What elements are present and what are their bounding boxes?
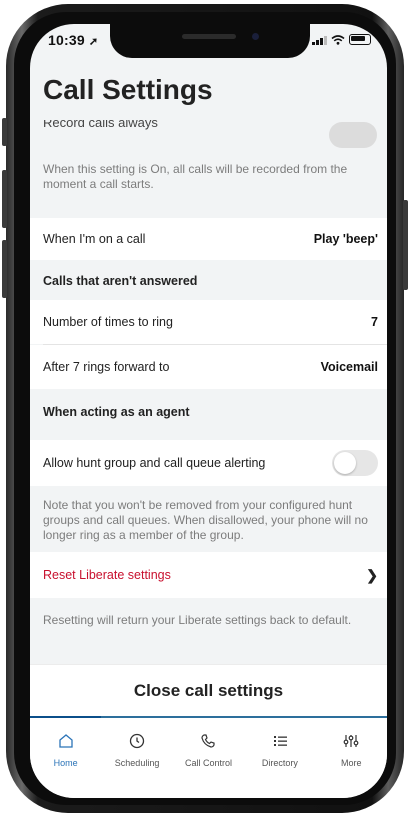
record-calls-toggle[interactable] — [329, 122, 377, 148]
tab-bar: Home Scheduling Call Control Directory M… — [30, 718, 387, 798]
home-icon — [59, 734, 73, 748]
tab-scheduling-label: Scheduling — [114, 758, 160, 768]
page-title: Call Settings — [43, 74, 213, 105]
tab-home-label: Home — [53, 758, 78, 768]
phone-icon — [201, 734, 216, 748]
tab-more-label: More — [340, 758, 362, 768]
forward-label: After 7 rings forward to — [43, 360, 170, 374]
on-call-row[interactable]: When I'm on a call Play 'beep' — [30, 218, 387, 260]
forward-value: Voicemail — [320, 360, 378, 374]
status-time-text: 10:39 — [48, 32, 85, 48]
tab-directory-label: Directory — [261, 758, 298, 768]
ring-count-value: 7 — [371, 315, 378, 329]
tab-scheduling[interactable]: Scheduling — [102, 732, 172, 768]
hunt-group-label: Allow hunt group and call queue alerting — [43, 456, 266, 470]
volume-up-button — [2, 170, 7, 228]
tab-more[interactable]: More — [316, 732, 386, 768]
location-arrow-icon: ➚ — [88, 36, 99, 48]
tab-directory[interactable]: Directory — [245, 732, 315, 768]
on-call-label: When I'm on a call — [43, 232, 146, 246]
sliders-icon — [343, 735, 359, 747]
power-button — [403, 200, 408, 290]
agent-section-title: When acting as an agent — [43, 405, 190, 419]
forward-row[interactable]: After 7 rings forward to Voicemail — [30, 345, 387, 389]
ring-count-row[interactable]: Number of times to ring 7 — [30, 300, 387, 344]
hunt-group-row: Allow hunt group and call queue alerting — [30, 440, 387, 486]
volume-down-button — [2, 240, 7, 298]
close-call-settings-label: Close call settings — [133, 681, 284, 700]
unanswered-section-title: Calls that aren't answered — [43, 274, 198, 288]
chevron-right-icon: ❯ — [366, 566, 378, 583]
reset-note: Resetting will return your Liberate sett… — [43, 613, 352, 627]
speaker — [182, 34, 236, 39]
hunt-group-toggle[interactable] — [332, 450, 378, 476]
camera — [252, 33, 259, 40]
wifi-icon — [331, 34, 345, 45]
close-call-settings-button[interactable]: Close call settings — [30, 664, 387, 717]
clock-icon — [129, 733, 145, 749]
status-time: 10:39 ➚ — [48, 32, 98, 48]
notch — [110, 24, 310, 58]
on-call-value: Play 'beep' — [313, 232, 378, 246]
ring-count-label: Number of times to ring — [43, 315, 173, 329]
battery-icon — [349, 34, 371, 45]
status-icons — [312, 34, 371, 45]
reset-label: Reset Liberate settings — [43, 568, 171, 582]
tab-home[interactable]: Home — [31, 732, 101, 768]
tab-call-control-label: Call Control — [184, 758, 232, 768]
tab-call-control[interactable]: Call Control — [173, 732, 243, 768]
reset-row[interactable]: Reset Liberate settings ❯ — [30, 552, 387, 598]
signal-icon — [312, 35, 327, 45]
screen: 10:39 ➚ Call Settings Record calls alway… — [30, 24, 387, 798]
hunt-group-note: Note that you won't be removed from your… — [43, 498, 368, 542]
record-calls-label: Record calls always — [43, 120, 158, 130]
mute-switch — [2, 118, 7, 146]
list-icon — [273, 736, 287, 746]
record-calls-note: When this setting is On, all calls will … — [43, 162, 348, 191]
